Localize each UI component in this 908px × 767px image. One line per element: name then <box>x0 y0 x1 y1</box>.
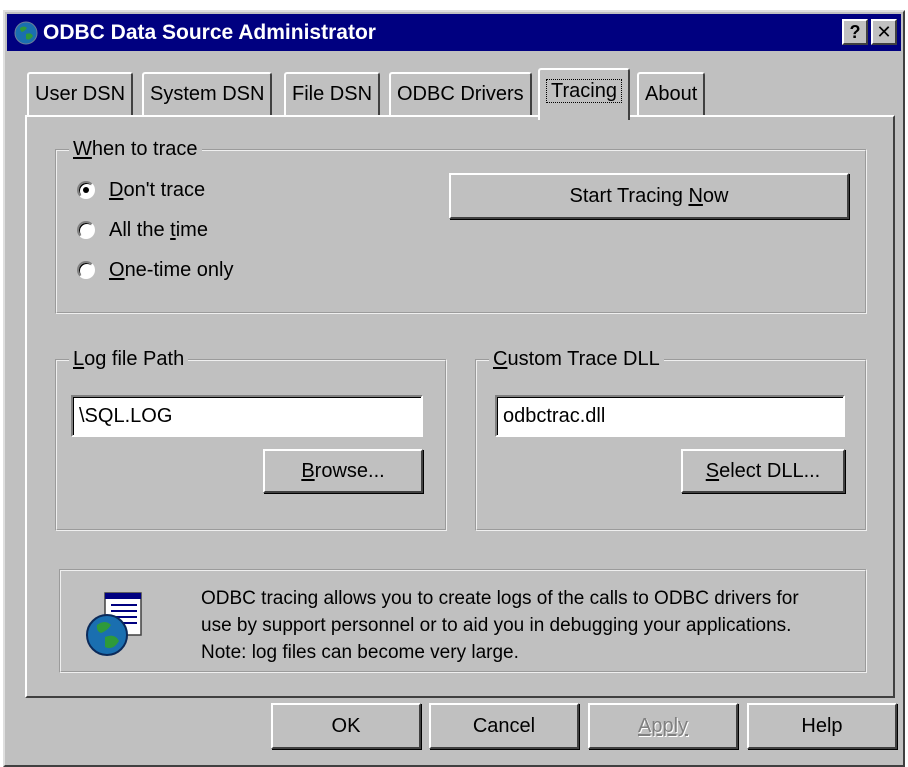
tab-label: User DSN <box>35 83 126 105</box>
close-title-button[interactable]: ✕ <box>871 19 897 45</box>
select-dll-button[interactable]: Select DLL... <box>681 449 845 493</box>
help-title-button[interactable]: ? <box>842 19 868 45</box>
apply-button[interactable]: Apply <box>588 703 738 749</box>
tab-odbc-drivers[interactable]: ODBC Drivers <box>389 72 532 116</box>
custom-trace-dll-legend: Custom Trace DLL <box>489 346 664 372</box>
radio-circle[interactable] <box>77 181 95 199</box>
button-label: Apply <box>637 714 689 737</box>
tab-label: File DSN <box>292 83 373 105</box>
legend-rest: hen to trace <box>91 138 198 160</box>
when-to-trace-legend: When to trace <box>69 136 202 162</box>
custom-trace-dll-group: Custom Trace DLL odbctrac.dll Select DLL… <box>475 346 867 531</box>
button-label: Select DLL... <box>705 459 821 482</box>
radio-selected-dot <box>83 187 89 193</box>
button-label: Help <box>801 714 843 737</box>
info-line: use by support personnel or to aid you i… <box>201 615 792 636</box>
tab-user-dsn[interactable]: User DSN <box>27 72 134 116</box>
info-box: ODBC tracing allows you to create logs o… <box>59 569 867 673</box>
ok-button[interactable]: OK <box>271 703 421 749</box>
tab-label: About <box>645 83 698 105</box>
tab-file-dsn[interactable]: File DSN <box>284 72 381 116</box>
odbc-globe-icon <box>86 592 142 656</box>
log-file-path-group: Log file Path \SQL.LOG Browse... <box>55 346 447 531</box>
start-tracing-now-button[interactable]: Start Tracing Now <box>449 173 849 219</box>
window-title: ODBC Data Source Administrator <box>43 21 376 44</box>
tab-tracing[interactable]: Tracing <box>538 68 630 120</box>
cancel-button[interactable]: Cancel <box>429 703 579 749</box>
tracing-panel: When to trace Don't trace All the time O… <box>25 115 895 698</box>
button-label: Start Tracing Now <box>569 184 729 207</box>
tab-system-dsn[interactable]: System DSN <box>142 72 273 116</box>
log-file-path-legend: Log file Path <box>69 346 189 372</box>
custom-trace-dll-input[interactable]: odbctrac.dll <box>495 395 845 437</box>
radio-label: Don't trace <box>109 179 206 201</box>
tab-label: ODBC Drivers <box>397 83 524 105</box>
tab-about[interactable]: About <box>637 72 706 116</box>
title-bar[interactable]: ODBC Data Source Administrator ? ✕ <box>7 14 901 51</box>
tab-label: Tracing <box>546 79 622 103</box>
info-line: Note: log files can become very large. <box>201 642 519 663</box>
odbc-globe-icon <box>14 21 38 45</box>
odbc-dialog: ODBC Data Source Administrator ? ✕ User … <box>3 10 905 767</box>
log-file-path-input[interactable]: \SQL.LOG <box>71 395 423 437</box>
info-line: ODBC tracing allows you to create logs o… <box>201 588 799 609</box>
help-button[interactable]: Help <box>747 703 897 749</box>
button-label: Browse... <box>301 459 385 482</box>
tab-label: System DSN <box>150 83 265 105</box>
top-strip <box>0 0 908 10</box>
radio-circle[interactable] <box>77 261 95 279</box>
browse-button[interactable]: Browse... <box>263 449 423 493</box>
info-text: ODBC tracing allows you to create logs o… <box>201 585 901 666</box>
button-label: Cancel <box>472 714 536 737</box>
when-to-trace-group: When to trace Don't trace All the time O… <box>55 136 867 314</box>
radio-label: All the time <box>109 219 208 241</box>
button-label: OK <box>331 714 361 737</box>
radio-label: One-time only <box>109 259 234 281</box>
radio-circle[interactable] <box>77 221 95 239</box>
